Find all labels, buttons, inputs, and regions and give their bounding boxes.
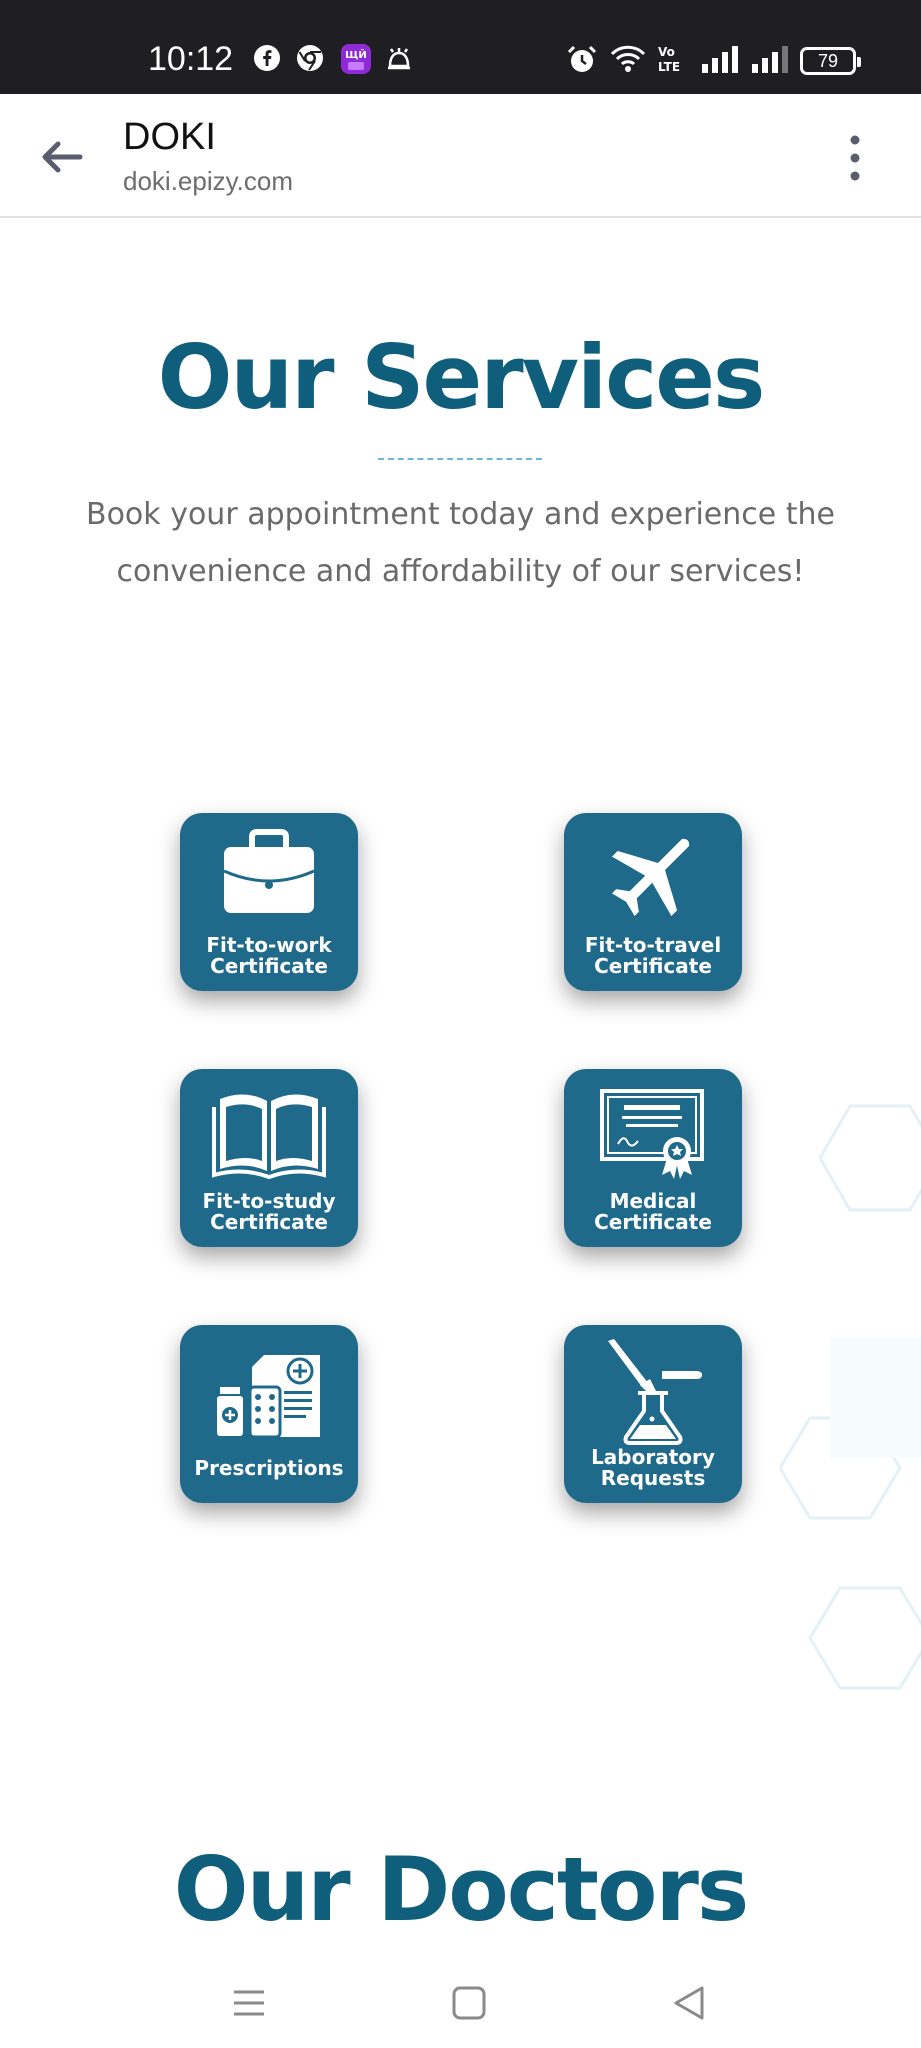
card-label-line1: Laboratory xyxy=(591,1445,715,1469)
card-label-line2: Certificate xyxy=(210,1210,328,1234)
card-label-line1: Fit-to-study xyxy=(202,1189,336,1213)
chrome-icon xyxy=(297,45,323,71)
status-time: 10:12 xyxy=(148,40,234,78)
alarm-icon xyxy=(567,45,597,72)
card-label-line2: Certificate xyxy=(594,1210,712,1234)
card-label-line1: Fit-to-work xyxy=(206,933,332,957)
services-heading: Our Services xyxy=(157,326,766,429)
facebook-icon xyxy=(254,45,280,71)
battery-indicator: 79 xyxy=(800,47,861,75)
service-card-medical-certificate[interactable]: Medical Certificate xyxy=(564,1069,742,1247)
card-label-line1: Prescriptions xyxy=(194,1456,344,1480)
app-bar: DOKI doki.epizy.com xyxy=(0,94,921,218)
page-content[interactable]: Our Services Book your appointment today… xyxy=(0,218,921,1958)
system-nav-bar xyxy=(0,1958,921,2048)
card-label-line1: Fit-to-travel xyxy=(584,933,722,957)
service-card-fit-to-study[interactable]: Fit-to-study Certificate xyxy=(180,1069,358,1247)
service-card-laboratory-requests[interactable]: Laboratory Requests xyxy=(564,1325,742,1503)
card-label-line1: Medical xyxy=(609,1189,697,1213)
back-triangle-icon[interactable] xyxy=(664,1978,714,2028)
services-description: Book your appointment today and experien… xyxy=(86,497,835,589)
back-arrow-icon[interactable] xyxy=(36,132,86,182)
page-url: doki.epizy.com xyxy=(123,166,294,196)
service-card-fit-to-travel[interactable]: Fit-to-travel Certificate xyxy=(564,813,742,991)
card-label-line2: Certificate xyxy=(594,954,712,978)
svg-text:ЩЙ: ЩЙ xyxy=(345,48,367,61)
bell-icon xyxy=(388,48,410,70)
page-title: DOKI xyxy=(123,116,216,158)
doctors-heading: Our Doctors xyxy=(173,1838,749,1941)
hexagon-background-decoration xyxy=(780,1104,921,1690)
card-label-line2: Requests xyxy=(600,1466,706,1490)
service-card-prescriptions[interactable]: Prescriptions xyxy=(180,1325,358,1503)
card-label-line2: Certificate xyxy=(210,954,328,978)
svg-text:LTE: LTE xyxy=(658,60,680,74)
volte-icon: Vo LTE xyxy=(658,45,680,74)
signal-icon xyxy=(702,46,738,73)
signal-icon xyxy=(752,46,788,73)
wifi-icon xyxy=(610,45,646,72)
svg-text:Vo: Vo xyxy=(658,45,675,59)
heading-divider xyxy=(378,458,542,460)
service-card-fit-to-work[interactable]: Fit-to-work Certificate xyxy=(180,813,358,991)
recent-apps-icon[interactable] xyxy=(224,1978,274,2028)
more-options-icon[interactable] xyxy=(840,132,870,184)
app-badge-icon: ЩЙ xyxy=(341,44,371,74)
status-bar: 10:12 ЩЙ Vo LTE 79 xyxy=(0,0,921,94)
home-icon[interactable] xyxy=(444,1978,494,2028)
